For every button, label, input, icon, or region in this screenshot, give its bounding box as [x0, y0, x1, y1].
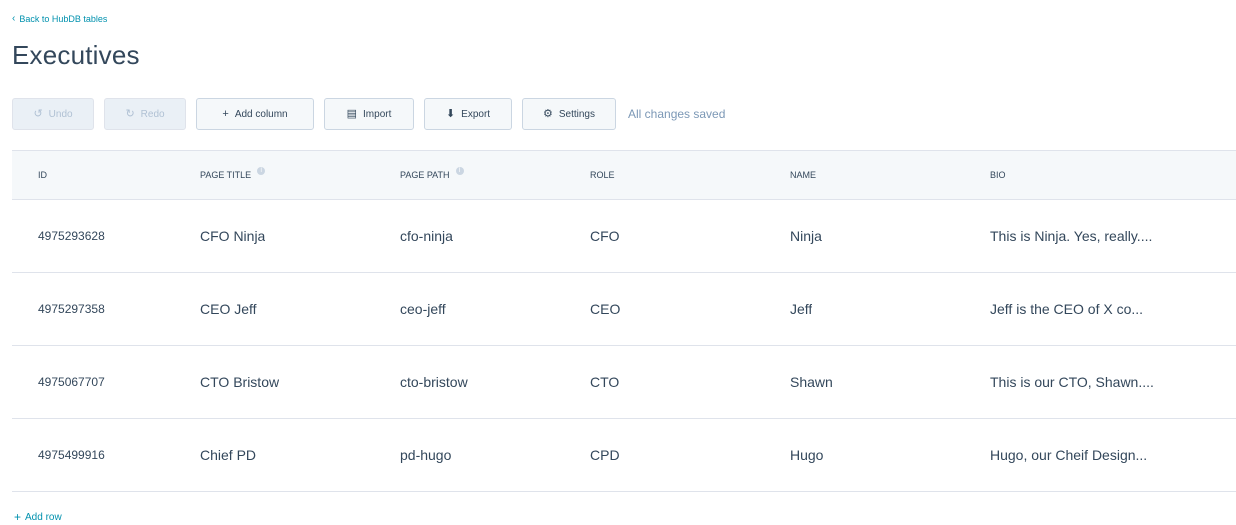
cell-role[interactable]: CFO	[590, 228, 620, 244]
cell-page-path[interactable]: cfo-ninja	[400, 228, 453, 244]
table-row[interactable]: 4975293628 CFO Ninja cfo-ninja CFO Ninja…	[12, 200, 1236, 273]
column-header-label: ID	[38, 170, 47, 180]
cell-page-path[interactable]: ceo-jeff	[400, 301, 446, 317]
redo-button[interactable]: ↻ Redo	[104, 98, 186, 130]
info-icon[interactable]: i	[257, 167, 266, 175]
cell-page-title[interactable]: CFO Ninja	[200, 228, 265, 244]
import-button[interactable]: ▤ Import	[324, 98, 414, 130]
export-label: Export	[461, 108, 491, 120]
cell-name[interactable]: Ninja	[790, 228, 822, 244]
hubdb-table: ID PAGE TITLE i PAGE PATH i ROLE NAME BI…	[12, 150, 1236, 492]
plus-icon: +	[222, 107, 229, 120]
redo-label: Redo	[140, 108, 165, 120]
toolbar: ↺ Undo ↻ Redo + Add column ▤ Import ⬇ Ex…	[12, 98, 725, 130]
cell-page-title[interactable]: CEO Jeff	[200, 301, 257, 317]
column-header-page-path[interactable]: PAGE PATH i	[400, 167, 464, 180]
table-row[interactable]: 4975297358 CEO Jeff ceo-jeff CEO Jeff Je…	[12, 273, 1236, 346]
column-header-id[interactable]: ID	[38, 170, 47, 180]
cell-page-title[interactable]: Chief PD	[200, 447, 256, 463]
cell-page-title[interactable]: CTO Bristow	[200, 374, 279, 390]
download-icon: ⬇	[445, 107, 456, 120]
cell-page-path[interactable]: pd-hugo	[400, 447, 451, 463]
column-header-label: ROLE	[590, 170, 615, 180]
cell-bio[interactable]: Jeff is the CEO of X co...	[990, 301, 1230, 317]
column-header-label: PAGE TITLE	[200, 170, 252, 180]
cell-role[interactable]: CEO	[590, 301, 620, 317]
cell-id[interactable]: 4975297358	[38, 302, 105, 316]
table-header-row: ID PAGE TITLE i PAGE PATH i ROLE NAME BI…	[12, 150, 1236, 200]
table-row[interactable]: 4975067707 CTO Bristow cto-bristow CTO S…	[12, 346, 1236, 419]
cell-bio[interactable]: This is Ninja. Yes, really....	[990, 228, 1230, 244]
settings-button[interactable]: ⚙ Settings	[522, 98, 616, 130]
add-row-label: Add row	[25, 511, 62, 523]
save-status-text: All changes saved	[628, 107, 726, 121]
export-button[interactable]: ⬇ Export	[424, 98, 512, 130]
column-header-label: PAGE PATH	[400, 170, 450, 180]
cell-bio[interactable]: Hugo, our Cheif Design...	[990, 447, 1230, 463]
undo-label: Undo	[48, 108, 73, 120]
back-to-hubdb-link[interactable]: ‹ Back to HubDB tables	[12, 13, 108, 25]
column-header-bio[interactable]: BIO	[990, 170, 1230, 180]
plus-icon: +	[14, 510, 22, 524]
table-icon: ▤	[346, 107, 358, 120]
back-link-label: Back to HubDB tables	[19, 14, 108, 24]
info-icon[interactable]: i	[455, 167, 464, 175]
add-column-label: Add column	[234, 108, 288, 120]
settings-label: Settings	[558, 108, 595, 120]
cell-role[interactable]: CTO	[590, 374, 619, 390]
add-column-button[interactable]: + Add column	[196, 98, 314, 130]
add-row-link[interactable]: + Add row	[14, 511, 62, 523]
cell-page-path[interactable]: cto-bristow	[400, 374, 468, 390]
table-row[interactable]: 4975499916 Chief PD pd-hugo CPD Hugo Hug…	[12, 419, 1236, 492]
cell-name[interactable]: Jeff	[790, 301, 812, 317]
cell-name[interactable]: Hugo	[790, 447, 823, 463]
page-title: Executives	[12, 40, 140, 70]
cell-name[interactable]: Shawn	[790, 374, 833, 390]
undo-icon: ↺	[33, 107, 43, 120]
column-header-label: BIO	[990, 170, 1006, 180]
undo-button[interactable]: ↺ Undo	[12, 98, 94, 130]
cell-id[interactable]: 4975293628	[38, 229, 105, 243]
cell-bio[interactable]: This is our CTO, Shawn....	[990, 374, 1230, 390]
gear-icon: ⚙	[542, 107, 553, 120]
cell-id[interactable]: 4975067707	[38, 375, 105, 389]
cell-role[interactable]: CPD	[590, 447, 620, 463]
column-header-name[interactable]: NAME	[790, 170, 816, 180]
import-label: Import	[363, 108, 392, 120]
redo-icon: ↻	[125, 107, 135, 120]
cell-id[interactable]: 4975499916	[38, 448, 105, 462]
column-header-role[interactable]: ROLE	[590, 170, 615, 180]
chevron-left-icon: ‹	[12, 13, 16, 24]
column-header-label: NAME	[790, 170, 817, 180]
column-header-page-title[interactable]: PAGE TITLE i	[200, 167, 266, 180]
